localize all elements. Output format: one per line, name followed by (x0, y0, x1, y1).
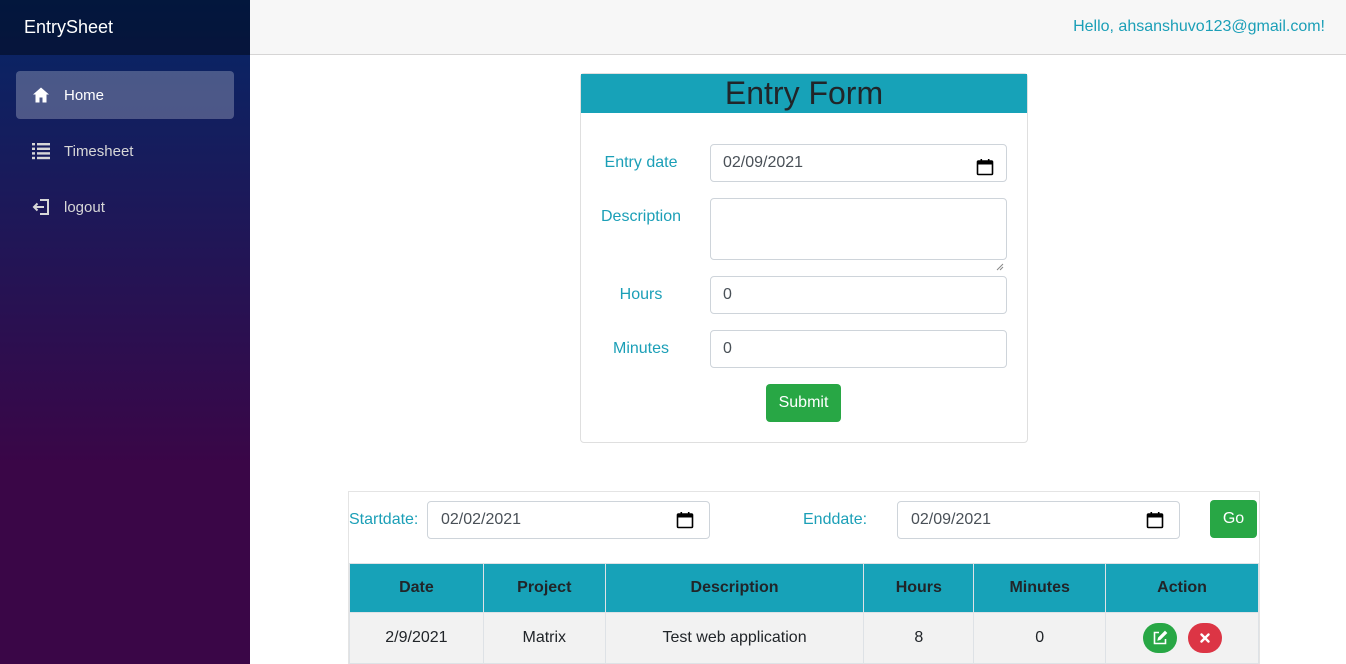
description-label: Description (600, 208, 682, 225)
column-header-description: Description (604, 563, 865, 613)
startdate-value: 02/02/2021 (441, 511, 522, 528)
submit-button[interactable]: Submit (766, 384, 841, 422)
table-header-row: Date Project Description Hours Minutes A… (349, 563, 1259, 613)
sidebar-item-label: logout (64, 198, 105, 216)
entry-date-value: 02/09/2021 (723, 154, 804, 171)
sidebar-item-timesheet[interactable]: Timesheet (16, 127, 234, 175)
entry-form-title: Entry Form (581, 74, 1027, 113)
column-header-action: Action (1105, 563, 1259, 613)
entry-date-label: Entry date (604, 154, 678, 171)
cell-description: Test web application (604, 612, 865, 664)
minutes-value: 0 (723, 340, 732, 357)
edit-button[interactable] (1142, 623, 1177, 653)
calendar-icon[interactable] (1146, 511, 1164, 529)
minutes-input[interactable]: 0 (710, 330, 1007, 368)
cell-date: 2/9/2021 (349, 612, 484, 664)
minutes-label: Minutes (612, 340, 670, 357)
calendar-icon[interactable] (976, 154, 994, 176)
startdate-label: Startdate: (349, 511, 419, 528)
top-bar: Hello, ahsanshuvo123@gmail.com! (250, 0, 1346, 55)
column-header-minutes: Minutes (973, 563, 1107, 613)
sidebar-item-home[interactable]: Home (16, 71, 234, 119)
timesheet-panel: Startdate: 02/02/2021 Enddate: 02/09/202… (348, 491, 1260, 664)
entry-form-card: Entry Form Entry date 02/09/2021 Descrip… (580, 73, 1028, 443)
sidebar-nav: Home Timesheet logout (0, 55, 250, 231)
timesheet-table: Date Project Description Hours Minutes A… (349, 563, 1259, 664)
close-icon (1199, 633, 1210, 643)
edit-icon (1153, 630, 1167, 645)
row-actions (1106, 623, 1258, 653)
cell-action (1105, 612, 1259, 664)
enddate-label: Enddate: (803, 511, 868, 528)
home-icon (32, 86, 50, 104)
hours-value: 0 (723, 286, 732, 303)
enddate-value: 02/09/2021 (911, 511, 992, 528)
cell-project: Matrix (482, 612, 606, 664)
hours-label: Hours (619, 286, 663, 303)
delete-button[interactable] (1187, 623, 1222, 653)
logout-icon (32, 198, 50, 216)
sidebar-item-logout[interactable]: logout (16, 183, 234, 231)
user-greeting-link[interactable]: Hello, ahsanshuvo123@gmail.com! (1073, 18, 1325, 36)
table-row: 2/9/2021 Matrix Test web application 8 0 (349, 612, 1259, 664)
startdate-field[interactable]: 02/02/2021 (427, 501, 710, 539)
sidebar-item-label: Home (64, 86, 105, 104)
column-header-hours: Hours (863, 563, 975, 613)
column-header-project: Project (482, 563, 606, 613)
hours-input[interactable]: 0 (710, 276, 1007, 314)
cell-minutes: 0 (973, 612, 1107, 664)
description-textarea[interactable] (710, 198, 1007, 271)
go-button[interactable]: Go (1210, 500, 1257, 538)
entry-date-field[interactable]: 02/09/2021 (710, 144, 1007, 182)
brand-link[interactable]: EntrySheet (24, 17, 113, 38)
sidebar: EntrySheet Home Timesheet logout (0, 0, 250, 664)
list-icon (32, 142, 50, 160)
calendar-icon[interactable] (676, 511, 694, 529)
cell-hours: 8 (863, 612, 975, 664)
sidebar-item-label: Timesheet (64, 142, 134, 160)
brand-bar: EntrySheet (0, 0, 250, 55)
resize-handle-icon[interactable] (996, 249, 1004, 271)
column-header-date: Date (349, 563, 484, 613)
enddate-field[interactable]: 02/09/2021 (897, 501, 1180, 539)
